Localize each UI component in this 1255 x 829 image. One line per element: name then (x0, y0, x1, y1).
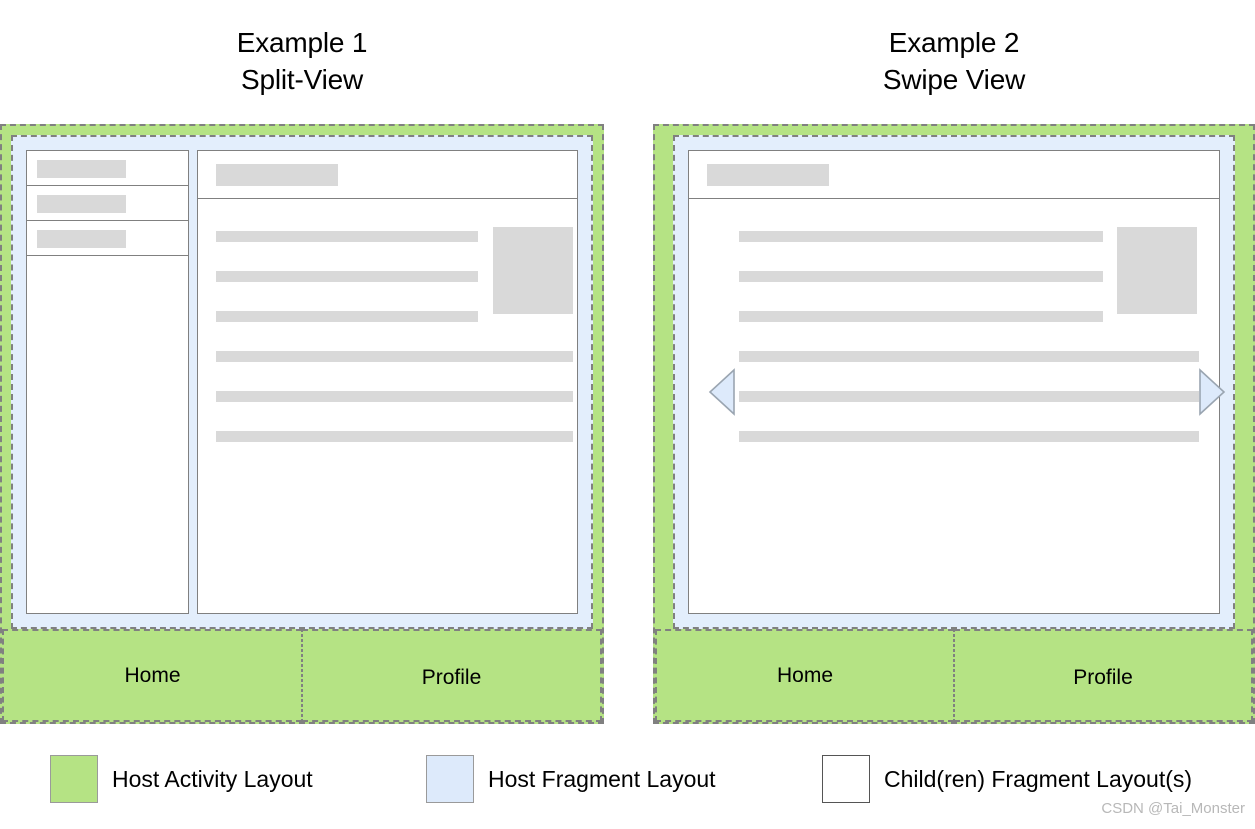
tab-home[interactable]: Home (2, 629, 302, 722)
detail-body (689, 199, 1219, 661)
watermark: CSDN @Tai_Monster (1101, 800, 1245, 817)
detail-text-line (739, 271, 1103, 282)
example-1-title: Example 1 Split-View (0, 24, 604, 98)
list-item-placeholder-bar (37, 160, 126, 178)
detail-body (198, 199, 577, 661)
list-item[interactable] (27, 221, 188, 256)
example-1-list-child-fragment-layout[interactable] (26, 150, 189, 614)
example-1-title-line-2: Split-View (241, 64, 363, 96)
legend-item-host-activity: Host Activity Layout (50, 755, 313, 803)
legend-swatch-blue (426, 755, 474, 803)
legend: Host Activity Layout Host Fragment Layou… (0, 755, 1255, 805)
detail-text-line (216, 391, 573, 402)
legend-item-host-fragment: Host Fragment Layout (426, 755, 716, 803)
example-2-host-fragment-layout (673, 135, 1235, 629)
example-2-title-line-2: Swipe View (882, 64, 1026, 96)
detail-text-line (739, 351, 1199, 362)
tab-profile[interactable]: Profile (954, 629, 1253, 722)
list-item[interactable] (27, 186, 188, 221)
detail-header (198, 151, 577, 199)
list-item-placeholder-bar (37, 195, 126, 213)
example-1-detail-child-fragment-layout[interactable] (197, 150, 578, 614)
tab-profile-label: Profile (1073, 665, 1133, 689)
legend-label-host-activity: Host Activity Layout (112, 765, 313, 792)
detail-image-placeholder (493, 227, 573, 314)
tab-profile-label: Profile (421, 665, 482, 689)
detail-text-line (739, 431, 1199, 442)
example-2-title-line-1: Example 2 (888, 27, 1020, 58)
tab-home[interactable]: Home (655, 629, 954, 722)
tab-home-label: Home (776, 663, 834, 687)
detail-text-line (216, 271, 478, 282)
example-1-title-line-1: Example 1 (236, 27, 368, 58)
legend-label-child-fragment: Child(ren) Fragment Layout(s) (884, 765, 1193, 792)
example-2-host-activity-layout: Home Profile (653, 124, 1255, 724)
list-item-placeholder-bar (37, 230, 126, 248)
detail-text-line (739, 391, 1199, 402)
detail-text-line (216, 351, 573, 362)
detail-text-line (216, 231, 478, 242)
detail-title-placeholder-bar (216, 164, 338, 186)
example-1-host-activity-layout: Home Profile (0, 124, 604, 724)
tab-profile[interactable]: Profile (302, 629, 602, 722)
example-1-host-fragment-layout (11, 135, 593, 629)
detail-title-placeholder-bar (707, 164, 829, 186)
titles-row: Example 1 Split-View Example 2 Swipe Vie… (0, 0, 1255, 125)
detail-text-line (739, 231, 1103, 242)
detail-image-placeholder (1117, 227, 1197, 314)
list-item[interactable] (27, 151, 188, 186)
detail-header (689, 151, 1219, 199)
legend-item-child-fragment: Child(ren) Fragment Layout(s) (822, 755, 1192, 803)
tab-home-label: Home (124, 663, 181, 687)
example-2-detail-child-fragment-layout[interactable] (688, 150, 1220, 614)
detail-text-line (739, 311, 1103, 322)
legend-label-host-fragment: Host Fragment Layout (488, 765, 716, 792)
legend-swatch-white (822, 755, 870, 803)
legend-swatch-green (50, 755, 98, 803)
example-2-tab-bar: Home Profile (655, 629, 1253, 722)
example-2-title: Example 2 Swipe View (653, 24, 1255, 98)
detail-text-line (216, 431, 573, 442)
example-1-tab-bar: Home Profile (2, 629, 602, 722)
detail-text-line (216, 311, 478, 322)
